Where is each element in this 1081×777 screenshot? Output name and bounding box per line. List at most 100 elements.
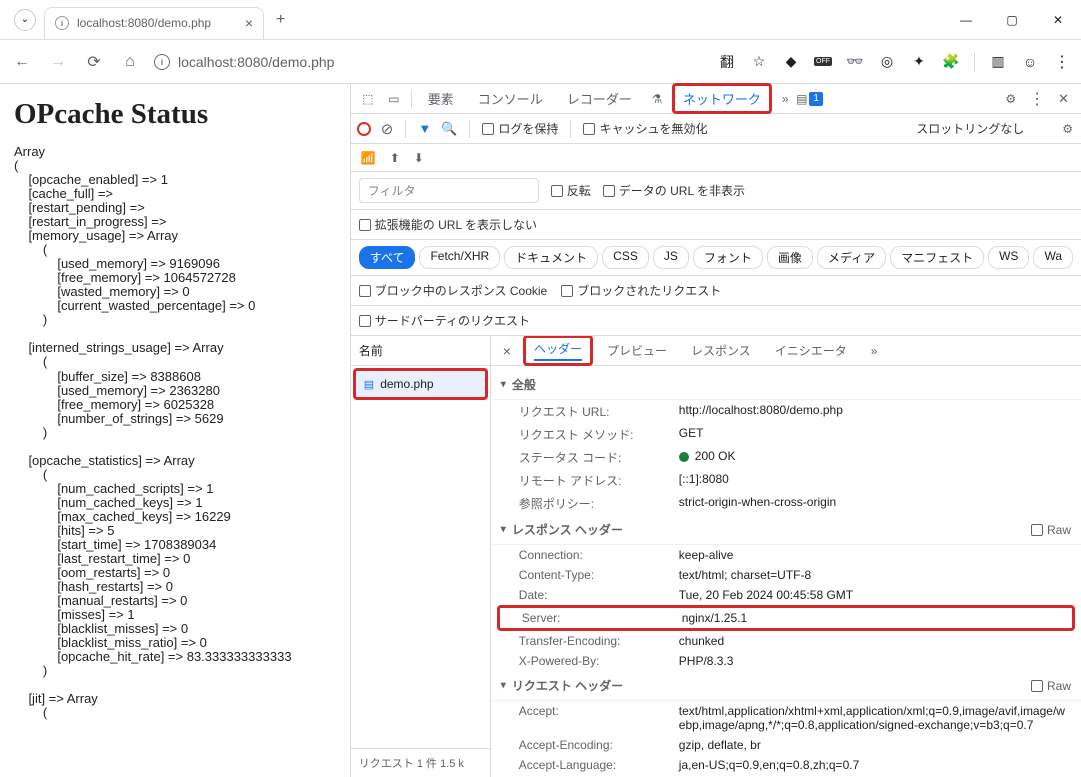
download-icon[interactable]: ⬇: [414, 151, 424, 165]
section-general[interactable]: 全般: [491, 370, 1081, 400]
tab-elements[interactable]: 要素: [418, 83, 464, 114]
separator: [411, 90, 412, 108]
inspect-icon[interactable]: ⬚: [357, 92, 379, 106]
record-button[interactable]: [357, 122, 371, 136]
chip-document[interactable]: ドキュメント: [504, 246, 598, 269]
tab-recorder[interactable]: レコーダー: [557, 83, 642, 114]
profile-icon[interactable]: ☺: [1021, 53, 1039, 71]
new-tab-button[interactable]: +: [276, 11, 285, 29]
request-item[interactable]: ▤ demo.php: [353, 368, 488, 400]
favicon-icon: i: [55, 16, 69, 30]
ext3-icon[interactable]: ◎: [878, 53, 896, 71]
array-dump: Array ( [opcache_enabled] => 1 [cache_fu…: [14, 145, 336, 720]
filter-row2: 拡張機能の URL を表示しない: [351, 210, 1081, 240]
recorder-lab-icon[interactable]: ⚗: [646, 92, 668, 106]
upload-icon[interactable]: ⬆: [390, 151, 400, 165]
network-toolbar2: 📶 ⬆ ⬇: [351, 144, 1081, 172]
preserve-log-checkbox[interactable]: [482, 123, 494, 135]
chip-fetchxhr[interactable]: Fetch/XHR: [419, 246, 500, 269]
devtools-close-button[interactable]: ✕: [1052, 91, 1075, 107]
chip-css[interactable]: CSS: [602, 246, 649, 269]
network-toolbar: ⊘ ▼ 🔍 ログを保持 キャッシュを無効化 スロットリングなし ⚙: [351, 114, 1081, 144]
hide-dataurl-label[interactable]: データの URL を非表示: [603, 182, 745, 199]
detail-tab-preview[interactable]: プレビュー: [597, 338, 677, 363]
incognito-icon[interactable]: 👓: [846, 53, 864, 71]
window-controls: — ▢ ✕: [943, 1, 1081, 39]
request-name: demo.php: [380, 377, 433, 391]
forward-button[interactable]: →: [46, 53, 70, 71]
sidepanel-icon[interactable]: ▥: [989, 53, 1007, 71]
page-heading: OPcache Status: [14, 98, 336, 131]
clear-button[interactable]: ⊘: [381, 120, 394, 138]
chip-js[interactable]: JS: [653, 246, 689, 269]
tab-search-button[interactable]: ⌄: [14, 9, 36, 31]
file-icon: ▤: [364, 378, 374, 391]
window-close-button[interactable]: ✕: [1035, 1, 1081, 39]
site-info-icon[interactable]: i: [154, 54, 170, 70]
chip-media[interactable]: メディア: [817, 246, 886, 269]
request-footer: リクエスト 1 件 1.5 k: [351, 748, 490, 777]
disable-cache-checkbox[interactable]: [583, 123, 595, 135]
titlebar: ⌄ i localhost:8080/demo.php × + — ▢ ✕: [0, 0, 1081, 40]
tab-console[interactable]: コンソール: [468, 83, 553, 114]
invert-label[interactable]: 反転: [551, 182, 591, 199]
toolbar-icons: 翻 ☆ ◆ OFF 👓 ◎ ✦ 🧩 ▥ ☺ ⋮: [718, 52, 1071, 72]
url-text[interactable]: localhost:8080/demo.php: [178, 54, 334, 70]
tab-network[interactable]: ネットワーク: [672, 83, 772, 114]
detail-tabs-overflow[interactable]: »: [861, 340, 888, 362]
issues-icon[interactable]: ▤1: [799, 92, 821, 106]
search-icon[interactable]: 🔍: [441, 121, 457, 137]
devtools-menu-icon[interactable]: ⋮: [1026, 89, 1048, 109]
network-settings-icon[interactable]: ⚙: [1062, 122, 1073, 136]
chip-manifest[interactable]: マニフェスト: [890, 246, 984, 269]
ext4-icon[interactable]: ✦: [910, 53, 928, 71]
reload-button[interactable]: ⟳: [82, 52, 106, 72]
translate-icon[interactable]: 翻: [718, 53, 736, 71]
window-min-button[interactable]: —: [943, 1, 989, 39]
chip-all[interactable]: すべて: [359, 246, 416, 269]
back-button[interactable]: ←: [10, 53, 34, 71]
thirdparty-row: サードパーティのリクエスト: [351, 306, 1081, 336]
window-max-button[interactable]: ▢: [989, 1, 1035, 39]
preserve-log-label[interactable]: ログを保持: [482, 120, 558, 137]
divider: [974, 52, 975, 72]
wifi-icon[interactable]: 📶: [361, 151, 376, 165]
chip-image[interactable]: 画像: [767, 246, 813, 269]
detail-tabs: × ヘッダー プレビュー レスポンス イニシエータ »: [491, 336, 1081, 366]
filter-input[interactable]: フィルタ: [359, 178, 539, 203]
devtools-tabs: ⬚ ▭ 要素 コンソール レコーダー ⚗ ネットワーク » ▤1 ⚙ ⋮ ✕: [351, 84, 1081, 114]
browser-tab[interactable]: i localhost:8080/demo.php ×: [44, 7, 264, 39]
disable-cache-label[interactable]: キャッシュを無効化: [583, 120, 707, 137]
tabs-overflow[interactable]: »: [776, 92, 795, 106]
filter-row: フィルタ 反転 データの URL を非表示: [351, 172, 1081, 210]
devtools-settings-icon[interactable]: ⚙: [999, 92, 1022, 106]
ext2-icon[interactable]: OFF: [814, 53, 832, 71]
extensions-icon[interactable]: 🧩: [942, 53, 960, 71]
detail-close-button[interactable]: ×: [495, 343, 519, 359]
tab-title: localhost:8080/demo.php: [77, 16, 211, 30]
chip-wasm[interactable]: Wa: [1033, 246, 1073, 269]
hide-ext-url-label[interactable]: 拡張機能の URL を表示しない: [359, 216, 537, 233]
request-list: 名前 ▤ demo.php リクエスト 1 件 1.5 k: [351, 336, 491, 777]
tab-close-button[interactable]: ×: [245, 15, 253, 31]
chip-ws[interactable]: WS: [988, 246, 1029, 269]
detail-tab-response[interactable]: レスポンス: [681, 338, 761, 363]
device-icon[interactable]: ▭: [383, 92, 405, 106]
home-button[interactable]: ⌂: [118, 53, 142, 71]
type-filters: すべて Fetch/XHR ドキュメント CSS JS フォント 画像 メディア…: [351, 240, 1081, 276]
bookmark-star-icon[interactable]: ☆: [750, 53, 768, 71]
section-request-headers[interactable]: リクエスト ヘッダー Raw: [491, 671, 1081, 701]
detail-panel: × ヘッダー プレビュー レスポンス イニシエータ » 全般 リクエスト URL…: [491, 336, 1081, 777]
detail-tab-headers[interactable]: ヘッダー: [523, 336, 593, 366]
filter-icon[interactable]: ▼: [418, 121, 431, 136]
request-list-header[interactable]: 名前: [351, 336, 490, 366]
throttling-select[interactable]: スロットリングなし: [916, 120, 1024, 137]
section-response-headers[interactable]: レスポンス ヘッダー Raw: [491, 515, 1081, 545]
chip-font[interactable]: フォント: [693, 246, 763, 269]
main-split: OPcache Status Array ( [opcache_enabled]…: [0, 84, 1081, 777]
detail-tab-initiator[interactable]: イニシエータ: [765, 338, 857, 363]
page-content: OPcache Status Array ( [opcache_enabled]…: [0, 84, 350, 777]
ext1-icon[interactable]: ◆: [782, 53, 800, 71]
menu-icon[interactable]: ⋮: [1053, 53, 1071, 71]
devtools-panel: ⬚ ▭ 要素 コンソール レコーダー ⚗ ネットワーク » ▤1 ⚙ ⋮ ✕ ⊘…: [350, 84, 1081, 777]
